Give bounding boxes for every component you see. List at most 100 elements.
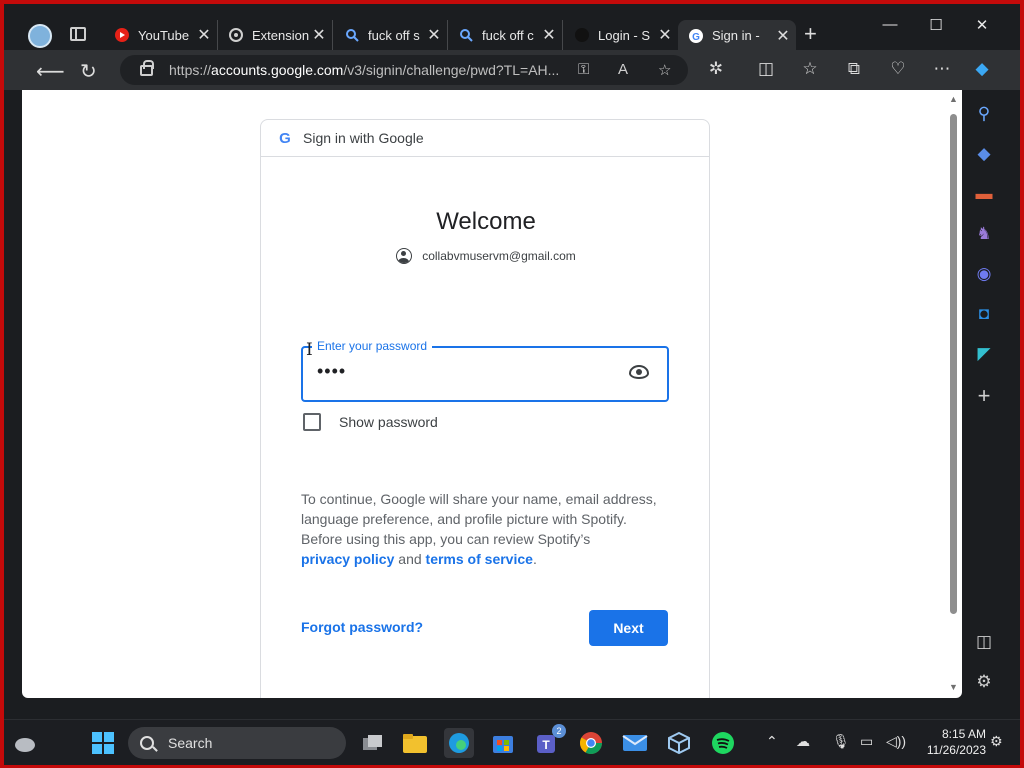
settings-gear-icon[interactable]: ⚙ (966, 664, 1002, 700)
edge-icon[interactable] (444, 728, 474, 758)
close-tab-icon[interactable]: ✕ (195, 25, 213, 45)
windows-start-icon[interactable] (88, 728, 118, 758)
taskbar: Search T2 ⌃ ☁ 🎙︎ ▭ ◁)) 8:15 AM 11/26/202… (4, 719, 1020, 765)
address-bar[interactable]: https://accounts.google.com/v3/signin/ch… (120, 55, 688, 85)
google-logo-icon: G (279, 129, 291, 147)
page-viewport: G Sign in with Google Welcome collabvmus… (22, 90, 962, 698)
disclosure-text: To continue, Google will share your name… (301, 491, 657, 567)
chrome-icon[interactable] (576, 728, 606, 758)
notification-badge: 2 (552, 724, 566, 738)
forgot-password-link[interactable]: Forgot password? (301, 619, 423, 635)
more-menu-icon[interactable]: ⋯ (930, 59, 954, 79)
tab-strip: YouTube ✕ Extension ✕ fuck off s ✕ fuck … (4, 4, 1020, 51)
favorites-icon[interactable]: ☆ (798, 59, 822, 79)
task-view-icon[interactable] (358, 728, 388, 758)
card-header: G Sign in with Google (261, 120, 709, 157)
favorite-star-icon[interactable]: ☆ (658, 61, 671, 79)
tab-extensions[interactable]: Extension ✕ (218, 20, 333, 50)
shopping-tag-icon[interactable]: ◆ (966, 136, 1002, 172)
weather-icon[interactable] (10, 728, 40, 758)
lock-icon[interactable] (140, 59, 154, 76)
performance-icon[interactable]: ♡ (886, 59, 910, 79)
account-chip[interactable]: collabvmuservm@gmail.com (261, 248, 711, 264)
signin-card: G Sign in with Google Welcome collabvmus… (260, 119, 710, 698)
close-window-icon[interactable]: ✕ (970, 16, 994, 34)
taskbar-search[interactable]: Search (128, 727, 346, 759)
eye-icon[interactable] (629, 365, 649, 379)
tab-search-1[interactable]: fuck off s ✕ (334, 20, 448, 50)
show-password-label: Show password (339, 414, 438, 430)
add-icon[interactable]: + (966, 378, 1002, 414)
close-tab-icon[interactable]: ✕ (656, 25, 674, 45)
extensions-icon[interactable]: ✲ (704, 59, 728, 79)
url-text[interactable]: https://accounts.google.com/v3/signin/ch… (169, 62, 559, 78)
outlook-icon[interactable]: ◘ (966, 296, 1002, 332)
youtube-icon (114, 27, 130, 43)
checkbox[interactable] (303, 413, 321, 431)
scroll-thumb[interactable] (950, 114, 957, 614)
search-icon (458, 27, 474, 43)
edge-sidebar: ⚲ ◆ ▬ ♞ ◉ ◘ ◤ + ◫ ⚙ (966, 90, 1020, 719)
notifications-icon[interactable]: ⚙ (990, 733, 1003, 750)
tab-youtube[interactable]: YouTube ✕ (104, 20, 218, 50)
microphone-icon[interactable]: 🎙︎ (832, 733, 850, 750)
scroll-up-icon[interactable]: ▲ (949, 94, 958, 104)
read-aloud-icon[interactable]: A (618, 61, 628, 78)
search-icon[interactable]: ⚲ (966, 96, 1002, 132)
tools-icon[interactable]: ▬ (966, 176, 1002, 212)
extension-icon (228, 27, 244, 43)
page-scrollbar[interactable]: ▲ ▼ (948, 94, 960, 694)
password-value[interactable]: •••• (317, 361, 346, 382)
page-title: Welcome (436, 208, 536, 235)
privacy-policy-link[interactable]: privacy policy (301, 551, 394, 567)
back-icon[interactable]: ⟵ (36, 59, 65, 84)
close-tab-icon[interactable]: ✕ (425, 25, 443, 45)
scroll-down-icon[interactable]: ▼ (949, 682, 958, 692)
browser-window: YouTube ✕ Extension ✕ fuck off s ✕ fuck … (4, 4, 1020, 719)
split-screen-icon[interactable]: ◫ (754, 59, 778, 79)
close-tab-icon[interactable]: ✕ (774, 26, 792, 46)
teams-icon[interactable]: T2 (532, 724, 566, 758)
search-icon (344, 27, 360, 43)
spotify-icon (574, 27, 590, 43)
mail-icon[interactable] (620, 728, 650, 758)
password-label: Enter your password (312, 339, 433, 353)
store-icon[interactable] (488, 728, 518, 758)
tab-search-2[interactable]: fuck off c ✕ (448, 20, 563, 50)
collections-icon[interactable]: ⧉ (842, 59, 866, 79)
close-tab-icon[interactable]: ✕ (540, 25, 558, 45)
sidebar-toggle-icon[interactable]: ◫ (966, 624, 1002, 660)
google-icon: G (688, 28, 704, 44)
show-password-checkbox[interactable]: Show password (303, 413, 438, 431)
send-icon[interactable]: ◤ (966, 336, 1002, 372)
chevron-up-icon[interactable]: ⌃ (766, 733, 778, 750)
network-icon[interactable]: ▭ (860, 733, 873, 750)
games-icon[interactable]: ♞ (966, 216, 1002, 252)
password-field[interactable]: Enter your password •••• (301, 339, 669, 402)
address-bar-row: ⟵ ↻ https://accounts.google.com/v3/signi… (4, 50, 1020, 90)
refresh-icon[interactable]: ↻ (80, 59, 97, 84)
svg-text:T: T (542, 738, 550, 752)
system-clock[interactable]: 8:15 AM 11/26/2023 (908, 726, 986, 758)
file-explorer-icon[interactable] (400, 728, 430, 758)
new-tab-button[interactable]: + (804, 21, 817, 47)
tab-google-signin[interactable]: G Sign in - ✕ (678, 20, 796, 51)
close-tab-icon[interactable]: ✕ (310, 25, 328, 45)
svg-text:G: G (692, 32, 700, 43)
tab-actions-icon[interactable] (70, 27, 86, 41)
volume-icon[interactable]: ◁)) (886, 733, 906, 750)
terms-of-service-link[interactable]: terms of service (426, 551, 533, 567)
tab-spotify-login[interactable]: Login - S ✕ (564, 20, 678, 50)
clock-date: 11/26/2023 (926, 743, 986, 757)
clock-time: 8:15 AM (941, 727, 986, 741)
next-button[interactable]: Next (589, 610, 668, 646)
copilot-icon[interactable]: ◆ (970, 59, 994, 79)
virtualbox-icon[interactable] (664, 728, 694, 758)
key-icon[interactable]: ⚿ (578, 61, 589, 78)
spotify-icon[interactable] (708, 728, 738, 758)
minimize-icon[interactable]: — (878, 16, 902, 33)
maximize-icon[interactable]: ☐ (924, 16, 948, 34)
onedrive-cloud-icon[interactable]: ☁ (796, 733, 810, 750)
copilot-sidebar-icon[interactable]: ◉ (966, 256, 1002, 292)
profile-avatar[interactable] (28, 24, 52, 48)
